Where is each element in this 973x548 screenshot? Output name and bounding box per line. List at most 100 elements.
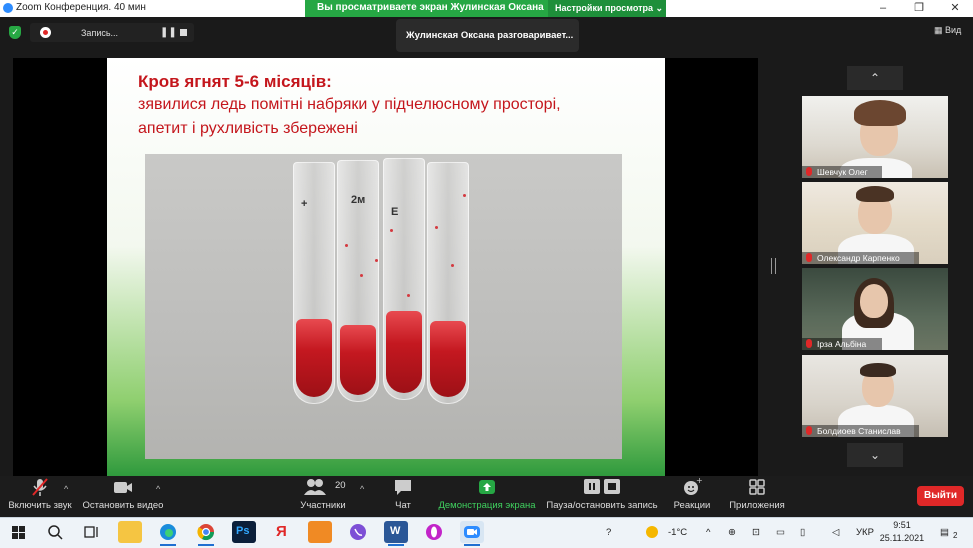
network-icon[interactable]: ⊕ xyxy=(728,527,736,538)
presentation-slide: Кров ягнят 5-6 місяців: зявилися ледь по… xyxy=(107,58,665,476)
search-icon[interactable] xyxy=(44,521,68,543)
share-screen-button[interactable]: Демонстрация экрана xyxy=(437,476,537,511)
unmute-label: Включить звук xyxy=(8,500,72,511)
muted-mic-icon xyxy=(806,253,812,262)
system-clock[interactable]: 9:51 25.11.2021 xyxy=(878,519,926,545)
participant-face xyxy=(860,284,888,318)
apps-button[interactable]: Приложения xyxy=(727,476,787,511)
reactions-button[interactable]: + Реакции xyxy=(672,476,712,511)
viber-icon[interactable] xyxy=(346,521,370,543)
participant-name-bar: Олександр Карпенко xyxy=(802,252,919,264)
minimize-button[interactable]: – xyxy=(865,0,901,17)
panel-resize-handle[interactable] xyxy=(771,258,776,274)
chat-button[interactable]: Чат xyxy=(388,476,418,511)
blood-sample xyxy=(296,319,332,397)
test-tube xyxy=(383,158,425,400)
security-icon[interactable]: ⊡ xyxy=(752,527,760,538)
view-button[interactable]: ▦ Вид xyxy=(934,25,961,36)
word-icon[interactable]: W xyxy=(384,521,408,546)
participant-name-bar: Болдиоев Станислав xyxy=(802,425,919,437)
stop-video-label: Остановить видео xyxy=(82,500,164,511)
share-screen-label: Демонстрация экрана xyxy=(438,500,536,511)
speaker-notice-text: Жулинская Оксана разговаривает... xyxy=(406,30,574,41)
grid-view-icon: ▦ xyxy=(934,25,943,35)
chrome-browser-icon[interactable] xyxy=(194,521,218,546)
show-hidden-icons-icon[interactable]: ^ xyxy=(706,527,710,538)
slide-text-line-1: зявилися ледь помітні набряки у підчелюс… xyxy=(138,96,561,113)
yandex-browser-icon[interactable]: Я xyxy=(270,521,294,543)
clock-date: 25.11.2021 xyxy=(879,533,925,543)
muted-mic-icon xyxy=(806,426,812,435)
recording-dot-icon xyxy=(40,27,51,38)
blood-speck xyxy=(407,294,410,297)
recording-label: Запись... xyxy=(81,28,119,38)
weather-temperature[interactable]: -1°C xyxy=(668,527,687,538)
volume-icon[interactable]: ◁ xyxy=(832,527,839,538)
slide-heading: Кров ягнят 5-6 місяців: xyxy=(138,72,332,91)
participants-label: Участники xyxy=(300,500,346,511)
unmute-button[interactable]: Включить звук xyxy=(8,476,72,511)
weather-icon xyxy=(646,526,658,538)
audio-options-caret-icon[interactable]: ^ xyxy=(64,484,68,494)
file-explorer-icon[interactable] xyxy=(118,521,142,543)
apps-grid-icon xyxy=(727,476,787,500)
video-options-caret-icon[interactable]: ^ xyxy=(156,484,160,494)
blood-sample xyxy=(340,325,376,395)
participant-video-tile[interactable]: Шевчук Олег xyxy=(802,96,948,178)
participant-video-tile[interactable]: Олександр Карпенко xyxy=(802,182,948,264)
muted-mic-icon xyxy=(806,167,812,176)
test-tube xyxy=(427,162,469,404)
blood-speck xyxy=(375,259,378,262)
muted-microphone-icon xyxy=(8,476,72,500)
blood-speck xyxy=(463,194,466,197)
apps-label: Приложения xyxy=(729,500,785,511)
share-banner-text: Вы просматриваете экран Жулинская Оксана xyxy=(317,2,544,13)
slide-text-line-2: апетит і рухливість збережені xyxy=(138,120,358,137)
pause-recording-button[interactable]: ❚❚ xyxy=(160,27,177,38)
security-shield-icon[interactable]: ✓ xyxy=(9,26,21,39)
participant-name-bar: Шевчук Олег xyxy=(802,166,882,178)
svg-text:+: + xyxy=(696,476,703,485)
help-tray-icon[interactable]: ? xyxy=(606,527,611,538)
chat-label: Чат xyxy=(395,500,411,511)
zoom-taskbar-icon[interactable] xyxy=(460,521,484,546)
maximize-button[interactable]: ❐ xyxy=(901,0,937,17)
blood-speck xyxy=(345,244,348,247)
edge-browser-icon[interactable] xyxy=(156,521,180,546)
pause-stop-recording-button[interactable]: Пауза/остановить запись xyxy=(546,476,658,511)
muted-mic-icon xyxy=(806,339,812,348)
task-view-icon[interactable] xyxy=(80,521,104,543)
blood-tubes-photo: + 2м Е xyxy=(145,154,622,459)
stop-video-button[interactable]: Остановить видео xyxy=(82,476,164,511)
blood-speck xyxy=(435,226,438,229)
close-button[interactable]: ✕ xyxy=(937,0,973,17)
participant-name-bar: Ірза Альбіна xyxy=(802,338,882,350)
participants-button[interactable]: 20 Участники xyxy=(297,476,349,511)
language-indicator[interactable]: УКР xyxy=(856,527,874,538)
photoshop-icon[interactable]: Ps xyxy=(232,521,256,543)
smiley-plus-icon: + xyxy=(672,476,712,500)
notifications-icon[interactable]: ▤ xyxy=(940,527,949,538)
opera-icon[interactable] xyxy=(422,521,446,543)
notifications-count: 2 xyxy=(953,531,958,540)
leave-meeting-button[interactable]: Выйти xyxy=(917,486,964,506)
archive-app-icon[interactable] xyxy=(308,521,332,543)
participant-video-tile[interactable]: Болдиоев Станислав xyxy=(802,355,948,437)
blood-speck xyxy=(360,274,363,277)
scroll-participants-up-button[interactable]: ⌃ xyxy=(847,66,903,90)
scroll-participants-down-button[interactable]: ⌄ xyxy=(847,443,903,467)
participant-video-tile[interactable]: Ірза Альбіна xyxy=(802,268,948,350)
pause-stop-recording-label: Пауза/остановить запись xyxy=(546,500,658,511)
zoom-app-icon xyxy=(3,3,13,13)
blood-sample xyxy=(386,311,422,393)
view-options-dropdown[interactable]: Настройки просмотра ⌄ xyxy=(548,0,666,17)
battery-icon[interactable]: ▭ xyxy=(776,527,785,538)
participants-options-caret-icon[interactable]: ^ xyxy=(360,484,364,494)
display-icon[interactable]: ▯ xyxy=(800,527,805,538)
video-camera-icon xyxy=(82,476,164,500)
clock-time: 9:51 xyxy=(893,520,911,530)
windows-start-icon[interactable] xyxy=(8,521,32,543)
chat-bubble-icon xyxy=(388,476,418,500)
speaker-notice: Жулинская Оксана разговаривает... xyxy=(396,19,579,52)
stop-recording-button[interactable] xyxy=(180,29,187,36)
